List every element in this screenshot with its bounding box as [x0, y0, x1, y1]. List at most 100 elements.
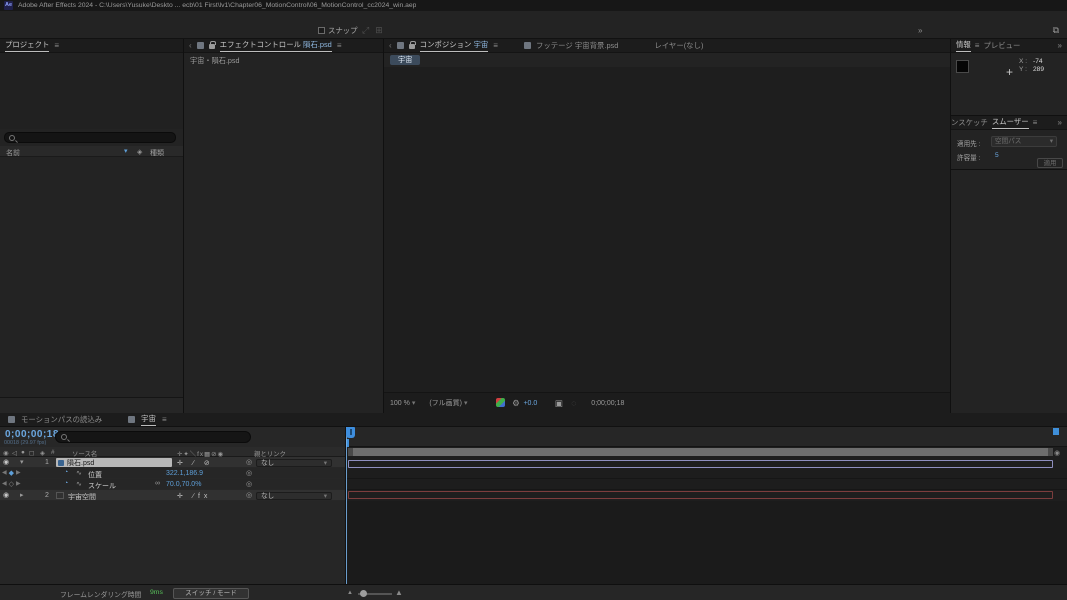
- parent-select[interactable]: なし▾: [256, 492, 332, 500]
- property-track-position[interactable]: [346, 468, 1067, 479]
- layer-name[interactable]: 宇宙空間: [68, 492, 96, 502]
- eye-icon[interactable]: ◉: [3, 491, 9, 499]
- comp-timecode[interactable]: 0;00;00;18: [591, 400, 624, 407]
- keyframe-toggle-icon[interactable]: ◆: [9, 469, 14, 477]
- timeline-end-marker[interactable]: [1053, 428, 1059, 435]
- layer-switches[interactable]: ✛ ∕fx: [177, 492, 211, 500]
- property-row-scale[interactable]: ◀ ◇ ▶ ◔ ∿ スケール ∞ 70.0,70.0% ◎: [0, 479, 345, 490]
- workspace-overflow-button[interactable]: »: [918, 22, 922, 39]
- tab-info[interactable]: 情報: [956, 39, 971, 52]
- layer-bar-2[interactable]: [348, 491, 1053, 500]
- exposure-value[interactable]: +0.0: [523, 400, 537, 407]
- stopwatch-icon[interactable]: ◔: [64, 469, 68, 476]
- label-column-icon[interactable]: ◈: [40, 449, 45, 457]
- tab-timeline-active[interactable]: 宇宙: [141, 413, 156, 426]
- panel-layout-icon[interactable]: ⧉: [1053, 22, 1059, 39]
- panel-overflow-icon[interactable]: »: [1058, 41, 1062, 50]
- tab-effect-controls[interactable]: エフェクトコントロール 隕石.psd: [220, 39, 332, 52]
- apply-button[interactable]: 適用: [1037, 158, 1063, 168]
- lock-column-icon[interactable]: ◻: [29, 449, 34, 457]
- layer-bar-1[interactable]: [348, 460, 1053, 468]
- property-value[interactable]: 322.1,186.9: [166, 470, 203, 477]
- switch-mode-button[interactable]: スイッチ / モード: [173, 588, 249, 599]
- show-snapshot-icon[interactable]: ◌: [566, 398, 581, 408]
- property-track-scale[interactable]: [346, 479, 1067, 490]
- current-timecode[interactable]: 0;00;00;18: [5, 429, 59, 440]
- channels-icon[interactable]: [493, 398, 508, 409]
- next-keyframe-icon[interactable]: ▶: [16, 469, 21, 477]
- label-column-icon[interactable]: ◈: [137, 148, 142, 156]
- tab-layer[interactable]: レイヤー(なし): [654, 40, 703, 51]
- project-search[interactable]: [4, 132, 176, 143]
- timeline-search[interactable]: [55, 431, 251, 443]
- sort-arrow-icon[interactable]: ▾: [124, 147, 128, 155]
- solo-column-icon[interactable]: ●: [21, 449, 25, 456]
- graph-include-icon[interactable]: ∿: [76, 480, 82, 488]
- layer-row-1[interactable]: ◉ ▾ 1 隕石.psd ✛ ∕ ⊘ ◎ なし▾: [0, 457, 345, 468]
- resolution-select[interactable]: (フル画質) ▾: [429, 398, 467, 408]
- work-area-bar[interactable]: [348, 448, 1053, 456]
- zoom-select[interactable]: 100 % ▾: [390, 399, 415, 407]
- layer-switches[interactable]: ✛ ∕ ⊘: [177, 459, 214, 467]
- pickwhip-icon[interactable]: ◎: [246, 480, 252, 488]
- tab-motion-sketch[interactable]: ンスケッチ: [951, 117, 988, 128]
- panel-menu-icon[interactable]: ≡: [337, 41, 342, 50]
- panel-menu-icon[interactable]: ≡: [162, 415, 167, 424]
- apply-to-select[interactable]: 空間パス▾: [991, 136, 1057, 147]
- property-name[interactable]: 位置: [88, 470, 102, 480]
- viewer-tab-chip[interactable]: 宇宙: [390, 55, 420, 65]
- eye-icon[interactable]: ◉: [3, 458, 9, 466]
- keyframe-navigator[interactable]: ◀ ◆ ▶: [2, 469, 21, 477]
- column-name[interactable]: 名前: [6, 148, 20, 158]
- next-keyframe-icon[interactable]: ▶: [16, 480, 21, 488]
- layer-name-cell[interactable]: 隕石.psd: [56, 458, 172, 467]
- pickwhip-icon[interactable]: ◎: [246, 469, 252, 477]
- column-type[interactable]: 種類: [150, 148, 164, 158]
- timeline-track-area[interactable]: ◉: [345, 427, 1067, 584]
- tab-footage[interactable]: フッテージ 宇宙背景.psd: [536, 40, 618, 51]
- lock-icon[interactable]: [209, 44, 215, 49]
- panel-menu-icon[interactable]: ≡: [54, 41, 59, 50]
- expander-icon[interactable]: ▾: [20, 458, 24, 466]
- tab-preview[interactable]: プレビュー: [983, 40, 1020, 51]
- property-row-position[interactable]: ◀ ◆ ▶ ◔ ∿ 位置 322.1,186.9 ◎: [0, 468, 345, 479]
- resolution-gear-icon[interactable]: ⚙: [508, 398, 523, 409]
- composition-viewport[interactable]: [467, 82, 867, 378]
- solid-swatch[interactable]: [56, 492, 64, 499]
- graph-include-icon[interactable]: ∿: [76, 469, 82, 477]
- property-name[interactable]: スケール: [88, 481, 116, 491]
- tab-composition[interactable]: コンポジション 宇宙: [420, 39, 489, 52]
- prev-keyframe-icon[interactable]: ◀: [2, 469, 7, 477]
- pickwhip-icon[interactable]: ◎: [246, 491, 252, 499]
- snap-toggle[interactable]: スナップ: [318, 22, 358, 39]
- snapshot-camera-icon[interactable]: ▣: [551, 398, 566, 409]
- parent-select[interactable]: なし▾: [256, 459, 332, 467]
- project-column-header[interactable]: 名前 ▾ ◈ 種類: [0, 146, 183, 157]
- playhead-handle[interactable]: [346, 427, 355, 438]
- panel-menu-icon[interactable]: ≡: [493, 41, 498, 50]
- eye-column-icon[interactable]: ◉: [3, 449, 9, 457]
- audio-column-icon[interactable]: ◁: [12, 449, 17, 457]
- label-color-chip[interactable]: [33, 491, 39, 500]
- keyframe-navigator[interactable]: ◀ ◇ ▶: [2, 480, 21, 488]
- stopwatch-icon[interactable]: ◔: [64, 480, 68, 487]
- panel-overflow-icon[interactable]: »: [1058, 118, 1062, 127]
- playhead-line[interactable]: [346, 427, 347, 584]
- tolerance-value[interactable]: 5: [995, 152, 999, 159]
- lock-icon[interactable]: [409, 44, 415, 49]
- pickwhip-icon[interactable]: ◎: [246, 458, 252, 466]
- tab-project[interactable]: プロジェクト: [5, 39, 49, 52]
- layer-row-2[interactable]: ◉ ▸ 2 宇宙空間 ✛ ∕fx ◎ なし▾: [0, 490, 345, 501]
- back-chevron-icon[interactable]: ‹: [189, 41, 192, 50]
- snap-checkbox[interactable]: [318, 27, 325, 34]
- prev-keyframe-icon[interactable]: ◀: [2, 480, 7, 488]
- label-color-chip[interactable]: [33, 458, 39, 467]
- tab-timeline-inactive[interactable]: モーションパスの読込み: [21, 414, 102, 425]
- keyframe-toggle-icon[interactable]: ◇: [9, 480, 14, 488]
- panel-menu-icon[interactable]: ≡: [975, 41, 980, 50]
- constrain-link-icon[interactable]: ∞: [155, 480, 160, 487]
- comp-marker-bin-icon[interactable]: ◉: [1054, 449, 1060, 457]
- zoom-in-mountain-icon[interactable]: ▲: [395, 588, 403, 597]
- zoom-out-mountain-icon[interactable]: ▲: [347, 590, 353, 596]
- panel-menu-icon[interactable]: ≡: [1033, 118, 1038, 127]
